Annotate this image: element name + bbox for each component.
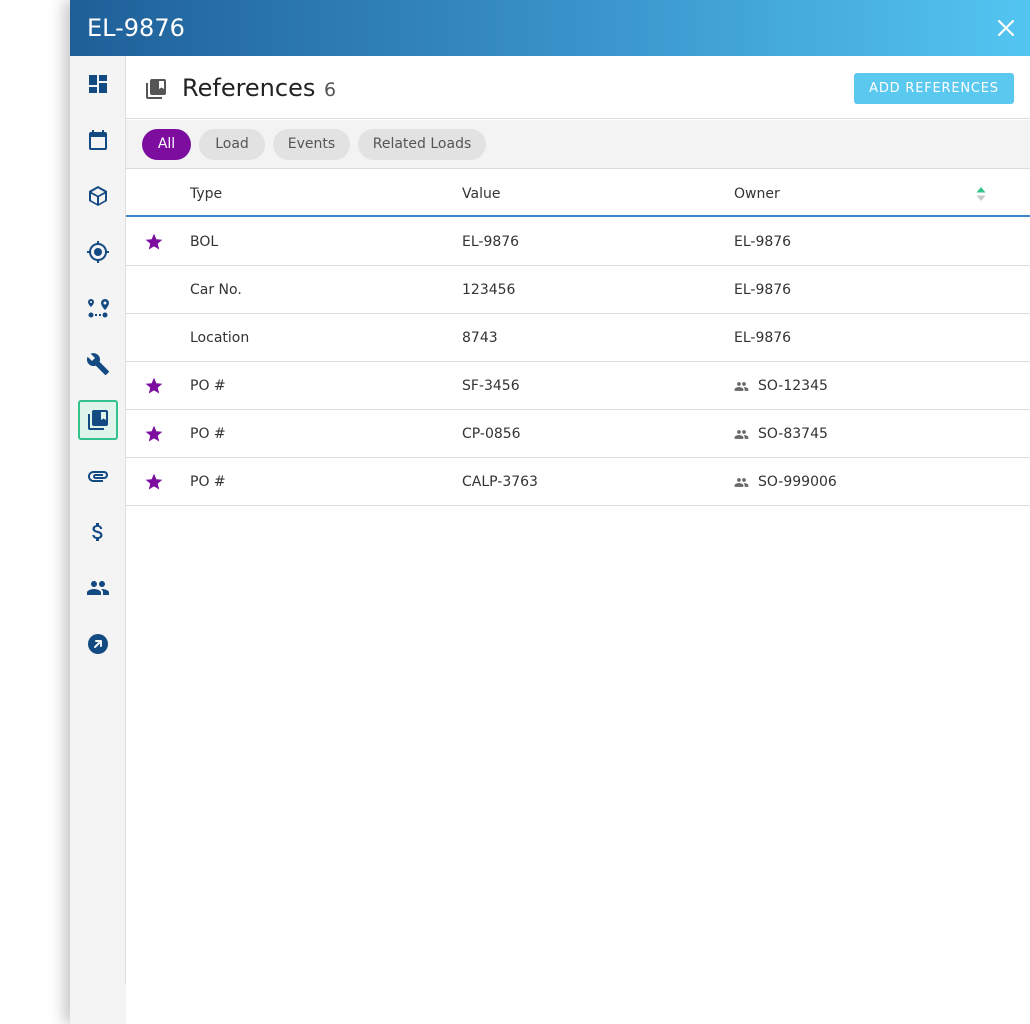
sidebar-item-open-external[interactable] bbox=[78, 624, 118, 664]
sidebar-footer bbox=[70, 984, 126, 1024]
dollar-icon bbox=[92, 523, 103, 541]
table-row[interactable]: PO # CP-0856 SO-83745 bbox=[126, 410, 1030, 458]
external-link-icon bbox=[88, 634, 108, 654]
filter-chip-related-loads[interactable]: Related Loads bbox=[358, 129, 486, 160]
sidebar-item-dashboard[interactable] bbox=[78, 64, 118, 104]
close-icon bbox=[997, 19, 1015, 37]
cell-type: Car No. bbox=[190, 282, 242, 298]
dashboard-icon bbox=[89, 75, 107, 93]
column-header-value[interactable]: Value bbox=[462, 184, 500, 204]
cell-value: CP-0856 bbox=[462, 426, 521, 442]
cell-value: CALP-3763 bbox=[462, 474, 538, 490]
section-title: References bbox=[182, 74, 316, 102]
sidebar-item-contacts[interactable] bbox=[78, 568, 118, 608]
table-row[interactable]: BOL EL-9876 EL-9876 bbox=[126, 218, 1030, 266]
paperclip-icon bbox=[88, 471, 108, 482]
cell-type: Location bbox=[190, 330, 250, 346]
references-header-icon bbox=[144, 77, 168, 101]
cell-value: 123456 bbox=[462, 282, 516, 298]
filter-bar: All Load Events Related Loads bbox=[126, 120, 1030, 169]
section-header: References 6 ADD REFERENCES bbox=[126, 56, 1030, 119]
group-icon bbox=[734, 475, 749, 490]
table-header: Type Value Owner bbox=[126, 170, 1030, 217]
cell-owner: EL-9876 bbox=[734, 282, 792, 298]
cell-owner: EL-9876 bbox=[734, 234, 792, 250]
panel-title: EL-9876 bbox=[87, 14, 185, 42]
references-count: 6 bbox=[324, 79, 337, 101]
filter-chip-load[interactable]: Load bbox=[199, 129, 265, 160]
people-icon bbox=[87, 581, 109, 595]
cell-owner: EL-9876 bbox=[734, 330, 792, 346]
cell-value: 8743 bbox=[462, 330, 498, 346]
calendar-icon bbox=[89, 130, 107, 150]
cell-owner: SO-12345 bbox=[758, 378, 828, 394]
star-icon[interactable] bbox=[144, 424, 164, 444]
package-icon bbox=[89, 186, 107, 206]
cell-owner: SO-83745 bbox=[758, 426, 828, 442]
sidebar-item-tracking[interactable] bbox=[78, 232, 118, 272]
sidebar-item-references[interactable] bbox=[78, 400, 118, 440]
cell-type: PO # bbox=[190, 474, 226, 490]
star-icon[interactable] bbox=[144, 376, 164, 396]
star-icon[interactable] bbox=[144, 232, 164, 252]
wrench-icon bbox=[86, 353, 109, 375]
sidebar-item-stops[interactable] bbox=[78, 288, 118, 328]
panel-header: EL-9876 bbox=[70, 0, 1030, 56]
cell-value: EL-9876 bbox=[462, 234, 520, 250]
group-icon bbox=[734, 379, 749, 394]
cell-type: PO # bbox=[190, 426, 226, 442]
column-header-owner[interactable]: Owner bbox=[734, 184, 780, 204]
table-row[interactable]: PO # CALP-3763 SO-999006 bbox=[126, 458, 1030, 506]
filter-chip-all[interactable]: All bbox=[142, 129, 191, 160]
close-button[interactable] bbox=[994, 16, 1018, 40]
references-section: References 6 ADD REFERENCES All Load Eve… bbox=[126, 56, 1030, 1024]
sort-icon[interactable] bbox=[974, 185, 988, 203]
group-icon bbox=[734, 427, 749, 442]
column-header-type[interactable]: Type bbox=[190, 184, 222, 204]
location-target-icon bbox=[87, 241, 109, 263]
cell-value: SF-3456 bbox=[462, 378, 520, 394]
add-references-button[interactable]: ADD REFERENCES bbox=[854, 73, 1014, 104]
page-backdrop bbox=[0, 0, 70, 1024]
table-row[interactable]: Car No. 123456 EL-9876 bbox=[126, 266, 1030, 314]
cell-type: BOL bbox=[190, 234, 219, 250]
star-icon[interactable] bbox=[144, 472, 164, 492]
sidebar-item-financials[interactable] bbox=[78, 512, 118, 552]
references-icon bbox=[88, 410, 108, 430]
filter-chip-events[interactable]: Events bbox=[273, 129, 350, 160]
load-detail-panel: EL-9876 References 6 ADD REFERENCES All … bbox=[70, 0, 1030, 1024]
sidebar-item-calendar[interactable] bbox=[78, 120, 118, 160]
sidebar bbox=[70, 56, 126, 984]
sidebar-item-package[interactable] bbox=[78, 176, 118, 216]
table-row[interactable]: PO # SF-3456 SO-12345 bbox=[126, 362, 1030, 410]
cell-owner: SO-999006 bbox=[758, 474, 837, 490]
sidebar-item-maintenance[interactable] bbox=[78, 344, 118, 384]
route-icon bbox=[88, 299, 109, 318]
cell-type: PO # bbox=[190, 378, 226, 394]
sidebar-item-attachments[interactable] bbox=[78, 456, 118, 496]
table-row[interactable]: Location 8743 EL-9876 bbox=[126, 314, 1030, 362]
